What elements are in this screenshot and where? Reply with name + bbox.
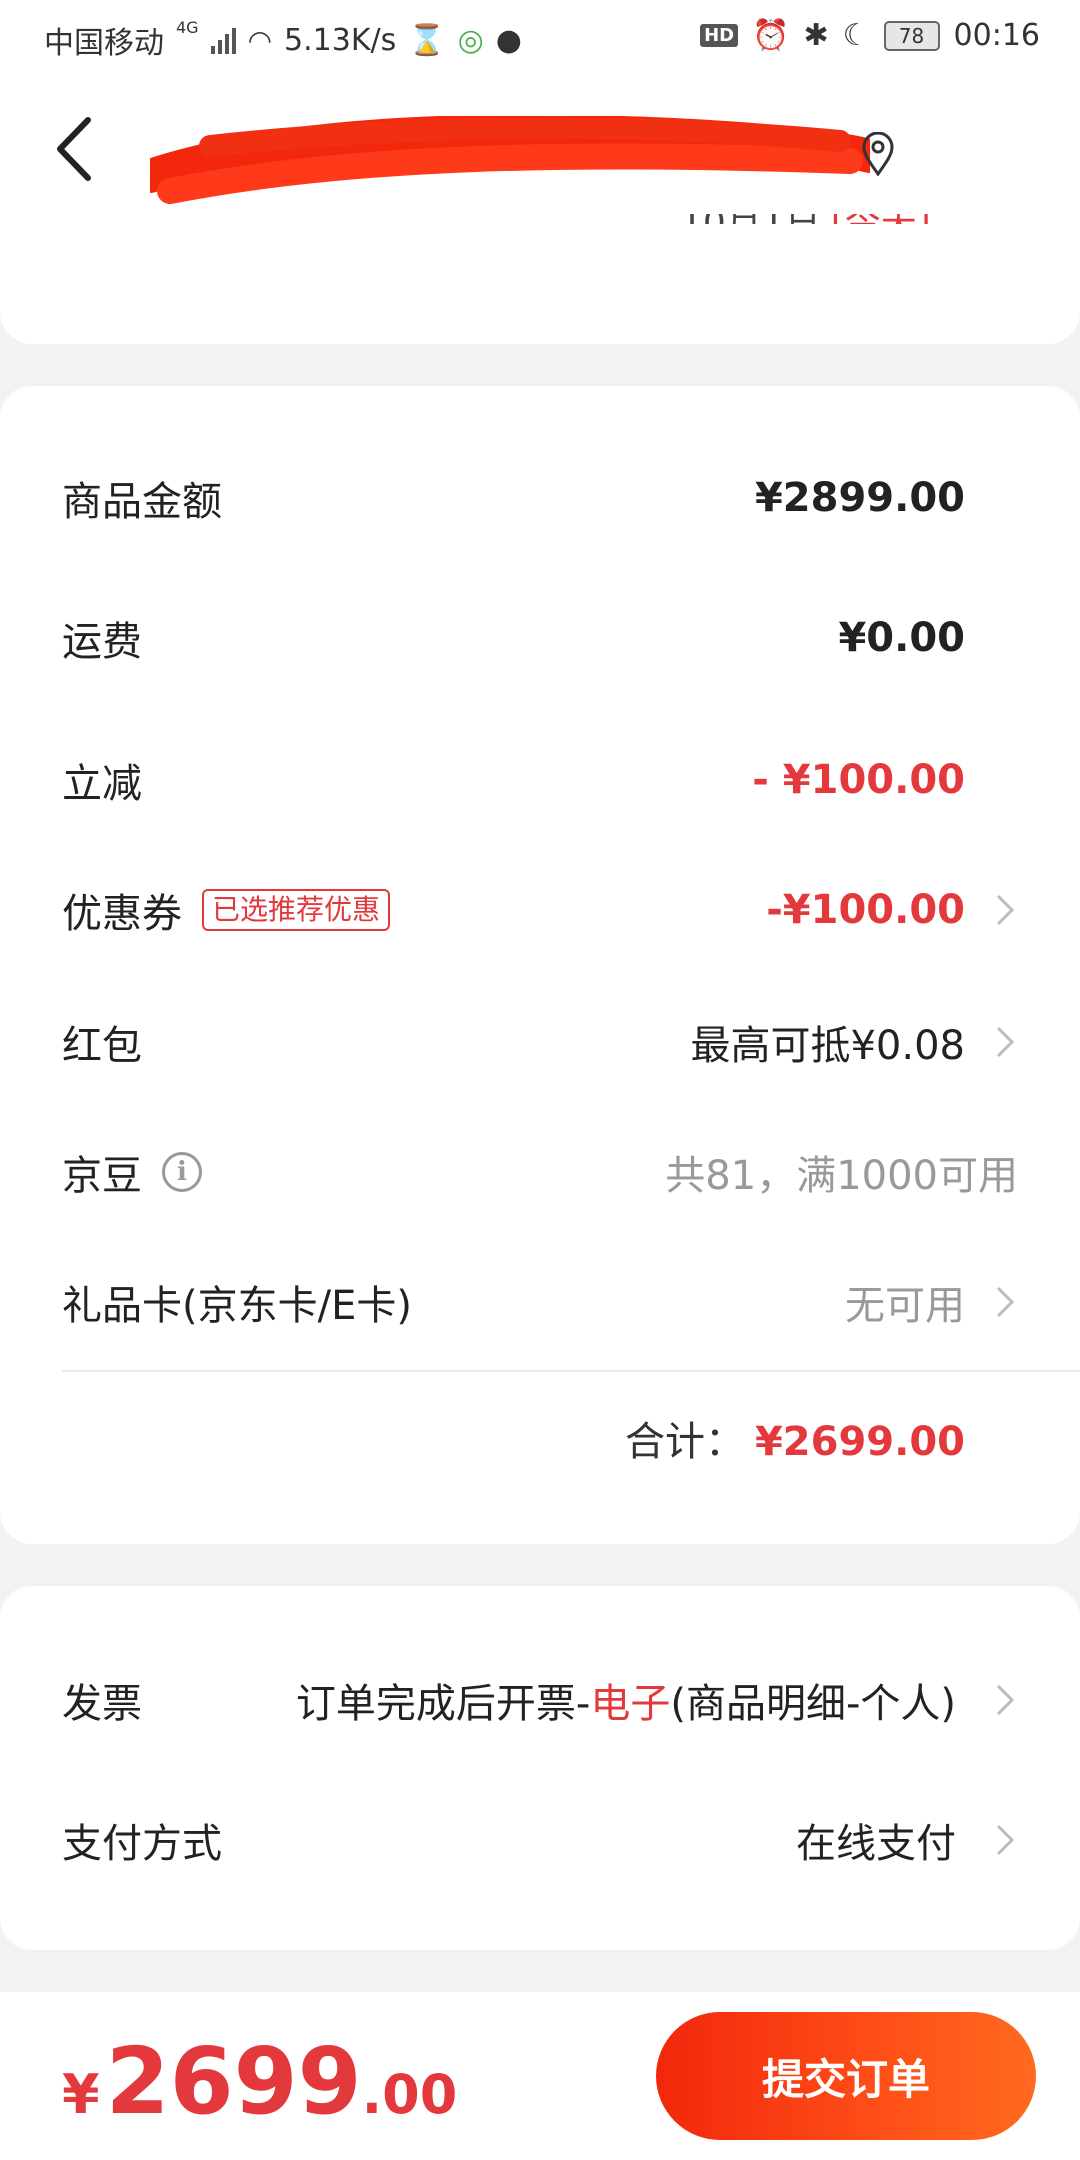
row-shipping: 运费 ¥0.00 xyxy=(0,588,1080,688)
bluetooth-icon: ✱ xyxy=(803,18,829,53)
invoice-detail: (商品明细-个人) xyxy=(670,1681,956,1727)
row-gift-card[interactable]: 礼品卡(京东卡/E卡) 无可用 xyxy=(0,1252,1080,1352)
app-notification-icon: ◎ xyxy=(457,22,484,58)
row-goods-amount: 商品金额 ¥2899.00 xyxy=(0,448,1080,548)
battery-level: 78 xyxy=(898,23,925,48)
row-label: 支付方式 xyxy=(62,1821,222,1867)
location-pin-icon xyxy=(862,132,894,176)
row-coupon[interactable]: 优惠券 已选推荐优惠 -¥100.00 xyxy=(0,860,1080,960)
price-decimal: .00 xyxy=(361,2063,458,2126)
status-bar: 中国移动 4G ◠ 5.13K/s ⌛ ◎ ● HD ⏰ ✱ ☾ 78 00:1… xyxy=(0,0,1080,74)
row-payment-method[interactable]: 支付方式 在线支付 xyxy=(0,1790,1080,1890)
row-label: 发票 xyxy=(62,1681,142,1727)
price-integer: 2699 xyxy=(105,2028,362,2135)
chevron-right-icon xyxy=(996,1824,1015,1856)
moon-icon: ☾ xyxy=(842,18,870,53)
alarm-icon: ⏰ xyxy=(752,18,790,53)
row-value: ¥0.00 xyxy=(838,615,965,661)
invoice-prefix: 订单完成后开票- xyxy=(295,1681,591,1727)
total-amount: ¥2699.00 xyxy=(754,1419,965,1465)
row-jd-beans: 京豆 i 共81，满1000可用 xyxy=(0,1122,1080,1222)
invoice-value: 订单完成后开票-电子(商品明细-个人) xyxy=(296,1671,956,1729)
network-type: 4G xyxy=(176,18,199,37)
carrier-name: 中国移动 xyxy=(44,26,164,61)
total-price: ¥ 2699 .00 xyxy=(62,2028,457,2135)
divider xyxy=(62,1370,1080,1372)
row-value: 无可用 xyxy=(845,1283,965,1329)
row-total: 合计： ¥2699.00 xyxy=(0,1388,1080,1488)
row-red-packet[interactable]: 红包 最高可抵¥0.08 xyxy=(0,992,1080,1092)
row-label: 京豆 xyxy=(62,1153,142,1199)
row-label: 红包 xyxy=(62,1023,142,1069)
row-value: 最高可抵¥0.08 xyxy=(690,1023,965,1069)
redacted-address xyxy=(150,116,870,204)
row-label: 商品金额 xyxy=(62,479,222,525)
header: 10月1日 [今天] xyxy=(0,74,1080,242)
row-value: -¥100.00 xyxy=(766,887,965,933)
chevron-right-icon xyxy=(996,1286,1015,1318)
row-invoice[interactable]: 发票 订单完成后开票-电子(商品明细-个人) xyxy=(0,1650,1080,1750)
row-label: 优惠券 xyxy=(62,891,182,937)
chevron-right-icon xyxy=(996,1026,1015,1058)
row-label: 运费 xyxy=(62,619,142,665)
invoice-type: 电子 xyxy=(590,1681,671,1727)
invoice-payment-card: 发票 订单完成后开票-电子(商品明细-个人) 支付方式 在线支付 xyxy=(0,1586,1080,1950)
hd-badge: HD xyxy=(700,24,739,47)
row-value: ¥2899.00 xyxy=(754,475,965,521)
clock: 00:16 xyxy=(953,18,1040,53)
info-icon[interactable]: i xyxy=(162,1152,202,1192)
network-speed: 5.13K/s xyxy=(284,22,397,58)
signal-icon xyxy=(210,26,236,54)
coupon-tag: 已选推荐优惠 xyxy=(202,889,391,931)
chevron-right-icon xyxy=(996,894,1015,926)
message-icon: ● xyxy=(495,22,522,58)
submit-order-button[interactable]: 提交订单 xyxy=(656,2012,1036,2140)
total-label: 合计： xyxy=(624,1419,745,1465)
row-instant-discount: 立减 - ¥100.00 xyxy=(0,730,1080,830)
back-arrow-icon[interactable] xyxy=(50,114,110,184)
row-label: 立减 xyxy=(62,761,142,807)
chevron-right-icon xyxy=(996,1684,1015,1716)
currency-symbol: ¥ xyxy=(62,2063,100,2126)
payment-value: 在线支付 xyxy=(796,1821,956,1867)
battery-icon: 78 xyxy=(883,20,940,51)
row-label: 礼品卡(京东卡/E卡) xyxy=(62,1283,412,1329)
bottom-bar: ¥ 2699 .00 提交订单 xyxy=(0,1992,1080,2160)
hourglass-icon: ⌛ xyxy=(408,22,446,58)
row-value: 共81，满1000可用 xyxy=(665,1153,1018,1199)
wifi-icon: ◠ xyxy=(247,23,273,57)
row-value: - ¥100.00 xyxy=(752,757,965,803)
delivery-card-bottom xyxy=(0,224,1080,344)
